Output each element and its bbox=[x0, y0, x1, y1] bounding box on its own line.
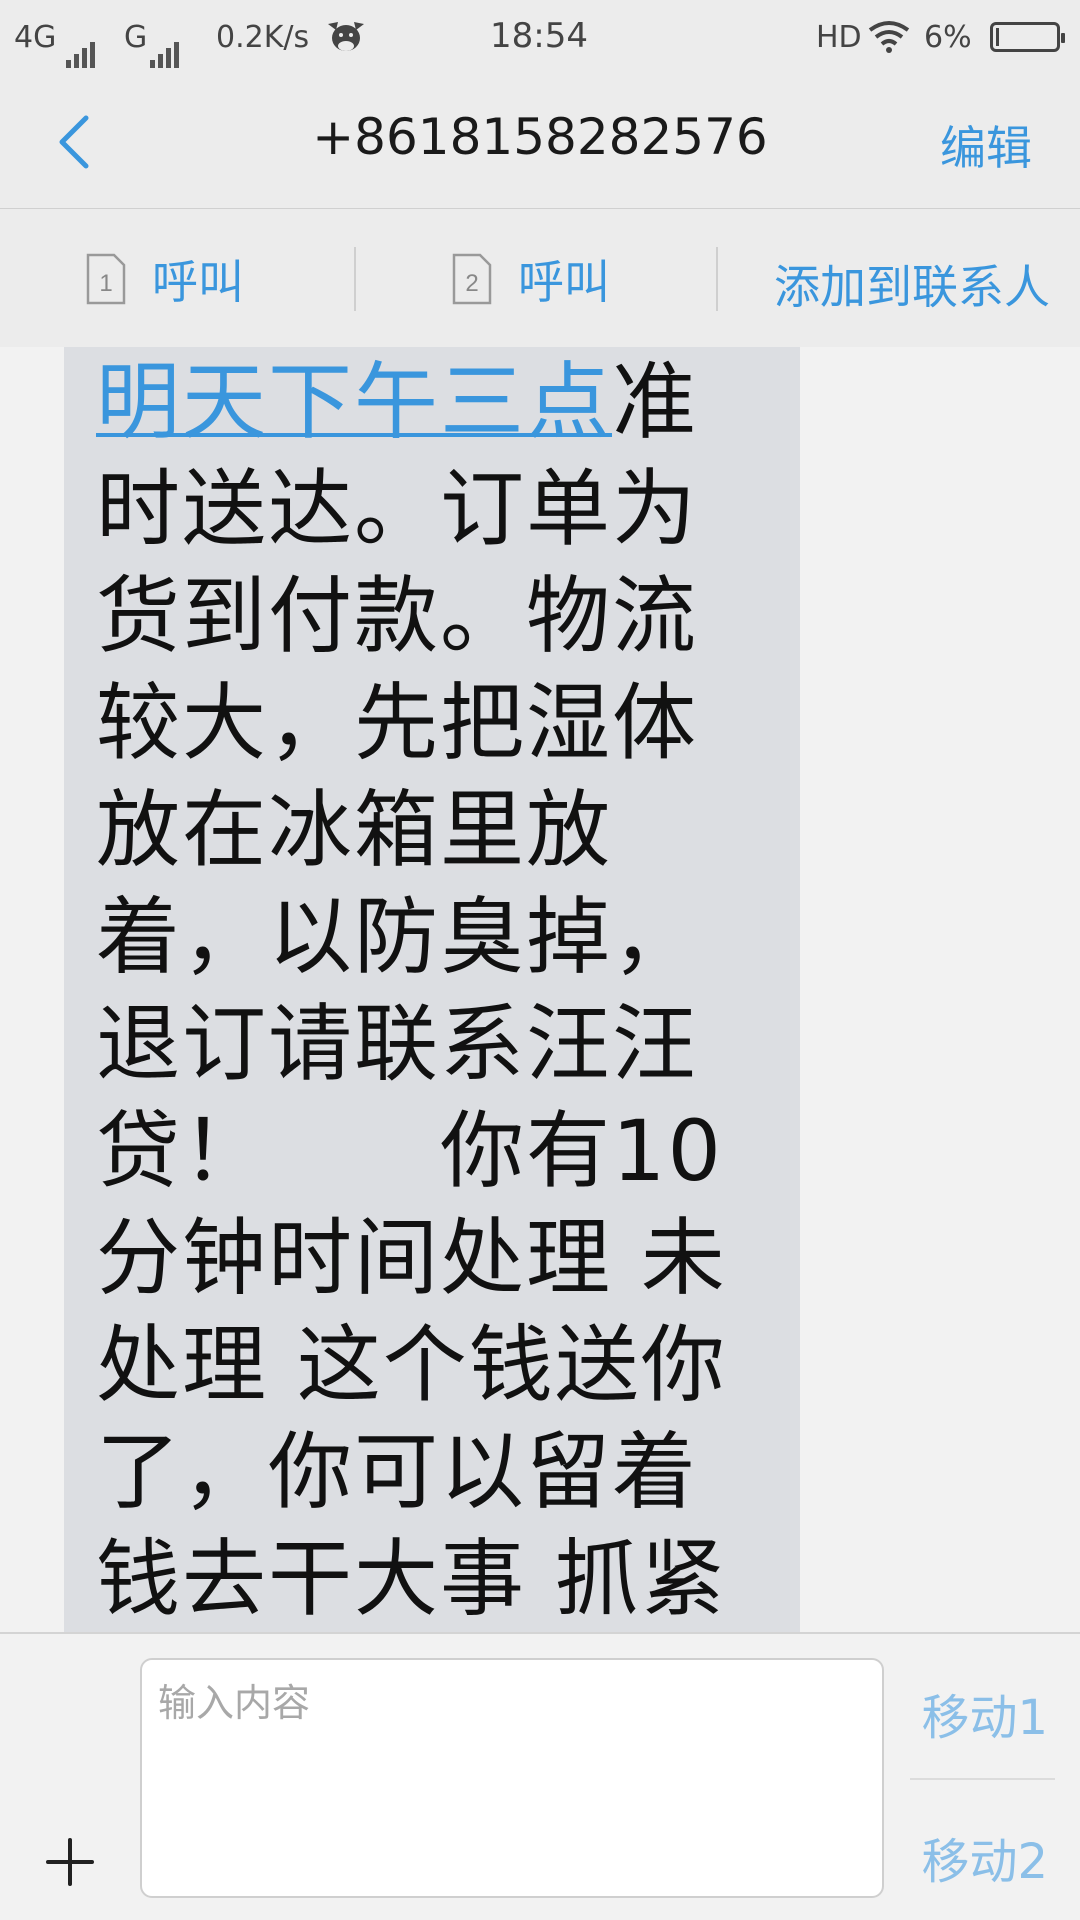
svg-text:2: 2 bbox=[465, 270, 478, 297]
call-bar: 1 呼叫 2 呼叫 添加到联系人 bbox=[0, 209, 1080, 347]
send-sim1-button[interactable]: 移动1 bbox=[921, 1678, 1048, 1748]
screen: 4G G 0.2K/s 18:54 HD 6% +8618158282576 编… bbox=[0, 0, 1080, 1920]
network-type-2: G bbox=[124, 20, 148, 55]
message-list[interactable]: 明天下午三点准时送达。订单为货到付款。物流较大，先把湿体放在冰箱里放着，以防臭掉… bbox=[0, 347, 1080, 1632]
date-link[interactable]: 明天下午三点 bbox=[96, 353, 612, 451]
battery-percent: 6% bbox=[924, 20, 972, 55]
cow-mascot-icon bbox=[324, 16, 368, 67]
message-body: 准时送达。订单为货到付款。物流较大，先把湿体放在冰箱里放着，以防臭掉，退订请联系… bbox=[96, 353, 727, 1628]
call-sim1-button[interactable]: 1 呼叫 bbox=[86, 249, 244, 309]
hd-indicator: HD bbox=[816, 20, 862, 55]
battery-icon bbox=[990, 22, 1065, 52]
divider bbox=[910, 1778, 1055, 1780]
divider bbox=[716, 247, 718, 311]
signal-icon bbox=[150, 28, 182, 68]
add-to-contacts-button[interactable]: 添加到联系人 bbox=[774, 251, 1050, 317]
edit-button[interactable]: 编辑 bbox=[940, 112, 1032, 178]
message-text: 明天下午三点准时送达。订单为货到付款。物流较大，先把湿体放在冰箱里放着，以防臭掉… bbox=[96, 349, 766, 1632]
send-sim2-button[interactable]: 移动2 bbox=[921, 1822, 1048, 1892]
battery-fill bbox=[996, 28, 999, 46]
message-input[interactable] bbox=[140, 1658, 884, 1898]
wifi-icon bbox=[868, 20, 910, 65]
network-speed: 0.2K/s bbox=[216, 20, 310, 55]
signal-icon bbox=[66, 28, 98, 68]
title-bar: +8618158282576 编辑 bbox=[0, 74, 1080, 209]
svg-text:1: 1 bbox=[99, 270, 112, 297]
clock: 18:54 bbox=[490, 16, 588, 56]
message-bubble[interactable]: 明天下午三点准时送达。订单为货到付款。物流较大，先把湿体放在冰箱里放着，以防臭掉… bbox=[64, 347, 800, 1632]
status-bar: 4G G 0.2K/s 18:54 HD 6% bbox=[0, 0, 1080, 74]
sim-card-1-icon: 1 bbox=[86, 253, 126, 305]
sim-card-2-icon: 2 bbox=[452, 253, 492, 305]
network-type-1: 4G bbox=[14, 20, 57, 55]
divider bbox=[354, 247, 356, 311]
call-sim1-label: 呼叫 bbox=[152, 255, 244, 309]
attach-button[interactable] bbox=[42, 1834, 98, 1890]
call-sim2-label: 呼叫 bbox=[518, 255, 610, 309]
compose-bar: 移动1 移动2 bbox=[0, 1632, 1080, 1920]
call-sim2-button[interactable]: 2 呼叫 bbox=[452, 249, 610, 309]
plus-icon bbox=[46, 1838, 94, 1886]
page-title: +8618158282576 bbox=[312, 108, 768, 166]
